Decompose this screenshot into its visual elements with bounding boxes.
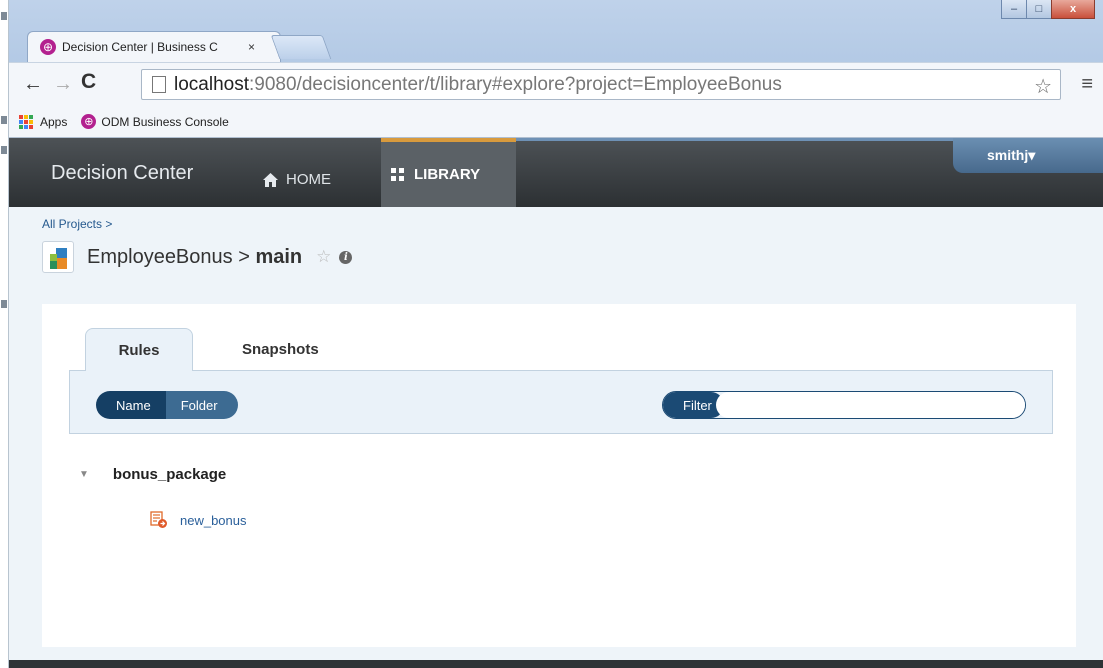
bookmark-label: ODM Business Console xyxy=(101,114,229,129)
favorite-star-icon[interactable]: ☆ xyxy=(316,247,331,267)
rules-toolbar: Name Folder Filter xyxy=(69,370,1053,434)
back-arrow-icon[interactable]: ← xyxy=(23,73,43,95)
collapse-caret-icon[interactable]: ▼ xyxy=(79,469,89,480)
desktop-edge xyxy=(0,0,9,668)
bookmark-star-icon[interactable]: ☆ xyxy=(1034,74,1052,99)
rule-item[interactable]: new_bonus xyxy=(150,511,247,529)
action-rule-icon xyxy=(150,511,167,528)
tab-title: Decision Center | Business C xyxy=(62,40,218,54)
url-host: localhost xyxy=(174,73,249,95)
browser-chrome: – □ x ⊕ Decision Center | Business C × ←… xyxy=(9,0,1103,138)
project-name: EmployeeBonus > xyxy=(87,245,256,268)
project-branch[interactable]: main xyxy=(255,246,302,268)
minimize-button[interactable]: – xyxy=(1001,0,1027,19)
browser-toolbar: ← → C localhost:9080/decisioncenter/t/li… xyxy=(9,62,1103,106)
desktop-mark xyxy=(1,146,7,154)
forward-arrow-icon[interactable]: → xyxy=(53,73,73,95)
maximize-button[interactable]: □ xyxy=(1026,0,1052,19)
desktop-mark xyxy=(1,12,7,20)
breadcrumb-all-projects[interactable]: All Projects > xyxy=(42,217,112,231)
nav-home-label: HOME xyxy=(286,171,331,188)
nav-home[interactable]: HOME xyxy=(263,171,331,188)
filter-label: Filter xyxy=(663,392,724,418)
view-by-folder-button[interactable]: Folder xyxy=(165,391,238,419)
bookmark-apps[interactable]: Apps xyxy=(19,114,68,129)
view-toggle: Name Folder xyxy=(96,391,238,419)
project-icon xyxy=(42,241,74,273)
nav-library-label: LIBRARY xyxy=(414,166,481,183)
new-tab-button[interactable] xyxy=(270,35,332,59)
project-title-row: EmployeeBonus > main ☆ i xyxy=(42,241,353,273)
desktop-mark xyxy=(1,116,7,124)
nav-library[interactable]: LIBRARY xyxy=(381,138,516,207)
info-icon[interactable]: i xyxy=(339,250,353,264)
url-path: :9080/decisioncenter/t/library#explore?p… xyxy=(249,73,782,95)
browser-menu-icon[interactable]: ≡ xyxy=(1081,73,1093,96)
package-node[interactable]: ▼ bonus_package xyxy=(79,466,226,483)
user-menu[interactable]: smithj▾ xyxy=(953,138,1103,173)
browser-tab[interactable]: ⊕ Decision Center | Business C × xyxy=(27,31,281,62)
rule-name: new_bonus xyxy=(180,512,247,528)
main-content: All Projects > EmployeeBonus > main ☆ i … xyxy=(9,207,1103,660)
library-panel: Rules Snapshots Name Folder Filter ▼ bon… xyxy=(42,304,1076,647)
app-footer xyxy=(9,660,1103,668)
close-window-button[interactable]: x xyxy=(1051,0,1095,19)
page-icon xyxy=(152,76,166,93)
desktop-mark xyxy=(1,300,7,308)
window-controls: – □ x xyxy=(1001,0,1095,19)
app-brand: Decision Center xyxy=(51,162,194,184)
package-name: bonus_package xyxy=(112,466,227,483)
odm-favicon-icon: ⊕ xyxy=(40,39,56,55)
odm-icon: ⊕ xyxy=(81,114,97,129)
bookmarks-bar: Apps ⊕ ODM Business Console xyxy=(9,106,1103,138)
header-accent-line xyxy=(516,138,953,141)
apps-grid-icon xyxy=(19,114,33,129)
bookmark-label: Apps xyxy=(40,114,68,129)
filter-box: Filter xyxy=(662,391,1026,419)
tab-snapshots[interactable]: Snapshots xyxy=(242,341,319,358)
tab-rules[interactable]: Rules xyxy=(85,328,193,371)
view-by-name-button[interactable]: Name xyxy=(96,391,166,419)
bookmark-odm-business-console[interactable]: ⊕ ODM Business Console xyxy=(81,114,229,129)
home-icon xyxy=(263,172,278,187)
reload-icon[interactable]: C xyxy=(81,71,96,93)
library-grid-icon xyxy=(391,168,404,181)
app-header: Decision Center HOME LIBRARY smithj▾ xyxy=(9,138,1103,207)
tab-close-icon[interactable]: × xyxy=(248,40,255,54)
filter-input[interactable] xyxy=(715,392,1025,418)
address-bar[interactable]: localhost:9080/decisioncenter/t/library#… xyxy=(141,69,1061,100)
project-title: EmployeeBonus > main xyxy=(87,246,302,269)
